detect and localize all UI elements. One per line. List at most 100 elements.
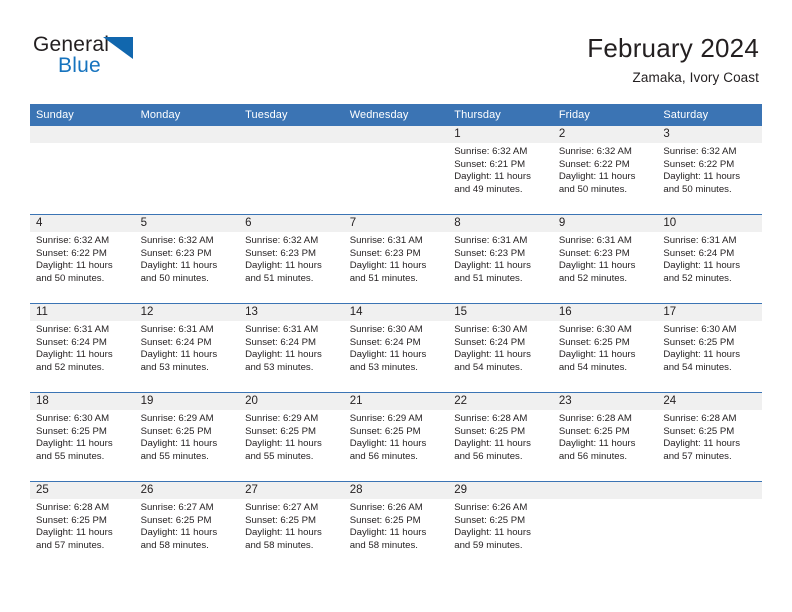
calendar-day-cell[interactable]: 4 Sunrise: 6:32 AM Sunset: 6:22 PM Daylight… [30, 214, 135, 304]
day-cell-content: 13 Sunrise: 6:31 AM Sunset: 6:24 PM Dayligh… [239, 304, 344, 392]
calendar-day-cell[interactable]: 24 Sunrise: 6:28 AM Sunset: 6:25 PM Dayligh… [657, 392, 762, 482]
calendar-day-cell[interactable]: 11 Sunrise: 6:31 AM Sunset: 6:24 PM Dayligh… [30, 303, 135, 393]
calendar-day-cell[interactable]: 2 Sunrise: 6:32 AM Sunset: 6:22 PM Daylight… [552, 126, 658, 215]
day-info-daylight-1-line: Daylight: 11 hours [140, 260, 218, 272]
calendar-day-cell[interactable]: 12 Sunrise: 6:31 AM Sunset: 6:24 PM Dayligh… [134, 303, 240, 393]
day-info-sunset-line: Sunset: 6:25 PM [349, 425, 421, 437]
day-info-daylight-2-line: and 53 minutes. [245, 361, 314, 373]
day-cell-content: 23 Sunrise: 6:28 AM Sunset: 6:25 PM Dayligh… [552, 393, 658, 481]
calendar-day-cell[interactable]: 13 Sunrise: 6:31 AM Sunset: 6:24 PM Dayligh… [239, 303, 344, 393]
day-info-daylight-1-line: Daylight: 11 hours [454, 438, 531, 450]
day-info-daylight-2-line: and 58 minutes. [140, 539, 209, 551]
day-number: 25 [30, 482, 135, 499]
day-number: 8 [448, 215, 553, 232]
day-info-sunrise-line: Sunrise: 6:31 AM [558, 235, 632, 246]
day-info-sunrise-line: Sunrise: 6:29 AM [140, 413, 214, 424]
page-subtitle: Zamaka, Ivory Coast [632, 70, 759, 85]
calendar-day-cell[interactable]: 25 Sunrise: 6:28 AM Sunset: 6:25 PM Dayligh… [30, 481, 135, 570]
day-number: 6 [239, 215, 344, 232]
day-info-daylight-2-line: and 55 minutes. [140, 450, 209, 462]
calendar-day-cell[interactable]: 29 Sunrise: 6:26 AM Sunset: 6:25 PM Dayligh… [448, 481, 553, 570]
day-number: 10 [657, 215, 762, 232]
day-info-sunset-line: Sunset: 6:24 PM [245, 336, 317, 348]
calendar-day-cell[interactable]: 14 Sunrise: 6:30 AM Sunset: 6:24 PM Dayligh… [343, 303, 449, 393]
day-sun-info: Sunrise: 6:30 AM Sunset: 6:25 PM Daylight:… [657, 321, 762, 374]
calendar-day-cell[interactable]: 7 Sunrise: 6:31 AM Sunset: 6:23 PM Daylight… [343, 214, 449, 304]
day-sun-info: Sunrise: 6:27 AM Sunset: 6:25 PM Daylight:… [135, 499, 240, 552]
day-info-daylight-1-line: Daylight: 11 hours [663, 438, 740, 450]
weekday-header-thursday: Thursday [448, 104, 553, 126]
day-cell-content: 11 Sunrise: 6:31 AM Sunset: 6:24 PM Dayligh… [30, 304, 135, 392]
day-cell-content: 6 Sunrise: 6:32 AM Sunset: 6:23 PM Daylight… [239, 215, 344, 303]
day-sun-info: Sunrise: 6:28 AM Sunset: 6:25 PM Daylight:… [553, 410, 658, 463]
day-number: 11 [30, 304, 135, 321]
calendar-empty-cell [343, 126, 449, 215]
calendar-day-cell[interactable]: 27 Sunrise: 6:27 AM Sunset: 6:25 PM Dayligh… [239, 481, 344, 570]
calendar-day-cell[interactable]: 20 Sunrise: 6:29 AM Sunset: 6:25 PM Dayligh… [239, 392, 344, 482]
day-info-sunrise-line: Sunrise: 6:31 AM [140, 324, 214, 335]
calendar-day-cell[interactable]: 26 Sunrise: 6:27 AM Sunset: 6:25 PM Dayligh… [134, 481, 240, 570]
calendar-day-cell[interactable]: 3 Sunrise: 6:32 AM Sunset: 6:22 PM Daylight… [657, 126, 762, 215]
day-info-sunrise-line: Sunrise: 6:28 AM [663, 413, 737, 424]
calendar-day-cell[interactable]: 9 Sunrise: 6:31 AM Sunset: 6:23 PM Daylight… [552, 214, 658, 304]
general-blue-logo[interactable]: General Blue [33, 34, 153, 82]
day-info-daylight-2-line: and 51 minutes. [454, 272, 523, 284]
day-info-daylight-2-line: and 50 minutes. [558, 183, 628, 195]
calendar-day-cell[interactable]: 5 Sunrise: 6:32 AM Sunset: 6:23 PM Daylight… [134, 214, 240, 304]
day-info-sunrise-line: Sunrise: 6:28 AM [36, 502, 110, 513]
day-cell-content [343, 126, 449, 214]
calendar-page: General Blue February 2024 Zamaka, Ivory… [0, 0, 792, 612]
calendar-header-row: Sunday Monday Tuesday Wednesday Thursday… [30, 104, 762, 126]
calendar-day-cell[interactable]: 8 Sunrise: 6:31 AM Sunset: 6:23 PM Daylight… [448, 214, 553, 304]
page-header: General Blue February 2024 Zamaka, Ivory… [0, 0, 792, 100]
calendar-day-cell[interactable]: 1 Sunrise: 6:32 AM Sunset: 6:21 PM Daylight… [448, 126, 553, 215]
calendar-day-cell[interactable]: 23 Sunrise: 6:28 AM Sunset: 6:25 PM Dayligh… [552, 392, 658, 482]
calendar-empty-cell [552, 481, 658, 570]
day-info-sunrise-line: Sunrise: 6:32 AM [558, 146, 632, 157]
day-info-daylight-1-line: Daylight: 11 hours [245, 527, 322, 539]
day-cell-content: 22 Sunrise: 6:28 AM Sunset: 6:25 PM Dayligh… [448, 393, 553, 481]
day-info-sunset-line: Sunset: 6:25 PM [245, 425, 317, 437]
calendar-day-cell[interactable]: 28 Sunrise: 6:26 AM Sunset: 6:25 PM Dayligh… [343, 481, 449, 570]
calendar-day-cell[interactable]: 15 Sunrise: 6:30 AM Sunset: 6:24 PM Dayligh… [448, 303, 553, 393]
day-number: 22 [448, 393, 553, 410]
day-cell-content: 28 Sunrise: 6:26 AM Sunset: 6:25 PM Dayligh… [343, 482, 449, 570]
calendar-week-row: 4 Sunrise: 6:32 AM Sunset: 6:22 PM Daylight… [30, 214, 762, 304]
day-sun-info: Sunrise: 6:30 AM Sunset: 6:25 PM Daylight:… [553, 321, 658, 374]
calendar-day-cell[interactable]: 18 Sunrise: 6:30 AM Sunset: 6:25 PM Dayligh… [30, 392, 135, 482]
calendar-table: Sunday Monday Tuesday Wednesday Thursday… [30, 104, 762, 570]
calendar-day-cell[interactable]: 16 Sunrise: 6:30 AM Sunset: 6:25 PM Dayligh… [552, 303, 658, 393]
day-sun-info: Sunrise: 6:26 AM Sunset: 6:25 PM Daylight:… [344, 499, 449, 552]
day-number: 19 [134, 393, 240, 410]
day-info-sunrise-line: Sunrise: 6:28 AM [454, 413, 528, 424]
calendar-day-cell[interactable]: 6 Sunrise: 6:32 AM Sunset: 6:23 PM Daylight… [239, 214, 344, 304]
day-info-daylight-1-line: Daylight: 11 hours [558, 171, 636, 183]
day-info-sunset-line: Sunset: 6:25 PM [558, 336, 630, 348]
calendar-day-cell[interactable]: 17 Sunrise: 6:30 AM Sunset: 6:25 PM Dayligh… [657, 303, 762, 393]
calendar-day-cell[interactable]: 10 Sunrise: 6:31 AM Sunset: 6:24 PM Dayligh… [657, 214, 762, 304]
calendar-week-row: 1 Sunrise: 6:32 AM Sunset: 6:21 PM Daylight… [30, 126, 762, 215]
day-info-daylight-1-line: Daylight: 11 hours [663, 349, 740, 361]
day-info-daylight-1-line: Daylight: 11 hours [349, 438, 427, 450]
day-number: 18 [30, 393, 135, 410]
day-number: 28 [343, 482, 449, 499]
day-info-sunrise-line: Sunrise: 6:32 AM [36, 235, 110, 246]
day-info-sunset-line: Sunset: 6:21 PM [454, 158, 526, 170]
day-sun-info: Sunrise: 6:27 AM Sunset: 6:25 PM Daylight:… [239, 499, 344, 552]
calendar-day-cell[interactable]: 22 Sunrise: 6:28 AM Sunset: 6:25 PM Dayligh… [448, 392, 553, 482]
day-info-daylight-2-line: and 49 minutes. [454, 183, 523, 195]
calendar-day-cell[interactable]: 19 Sunrise: 6:29 AM Sunset: 6:25 PM Dayligh… [134, 392, 240, 482]
day-sun-info: Sunrise: 6:30 AM Sunset: 6:25 PM Daylight:… [30, 410, 135, 463]
day-info-sunrise-line: Sunrise: 6:29 AM [245, 413, 319, 424]
day-info-sunrise-line: Sunrise: 6:30 AM [349, 324, 423, 335]
day-info-daylight-1-line: Daylight: 11 hours [245, 438, 322, 450]
day-info-daylight-1-line: Daylight: 11 hours [663, 260, 740, 272]
calendar-day-cell[interactable]: 21 Sunrise: 6:29 AM Sunset: 6:25 PM Dayligh… [343, 392, 449, 482]
day-info-sunrise-line: Sunrise: 6:27 AM [140, 502, 214, 513]
day-sun-info: Sunrise: 6:28 AM Sunset: 6:25 PM Daylight:… [448, 410, 553, 463]
day-info-sunrise-line: Sunrise: 6:28 AM [558, 413, 632, 424]
page-title: February 2024 [587, 33, 759, 63]
day-info-sunrise-line: Sunrise: 6:27 AM [245, 502, 319, 513]
day-info-sunset-line: Sunset: 6:22 PM [36, 247, 107, 259]
day-info-daylight-1-line: Daylight: 11 hours [454, 527, 531, 539]
